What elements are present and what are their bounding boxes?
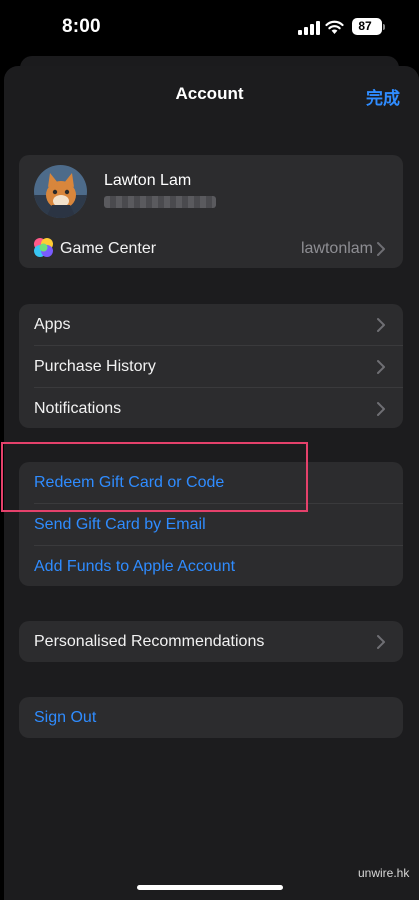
notifications-row[interactable]: Notifications	[19, 388, 403, 428]
profile-row[interactable]: Lawton Lam	[19, 155, 403, 227]
sign-out-row[interactable]: Sign Out	[19, 697, 403, 738]
add-funds-row[interactable]: Add Funds to Apple Account	[19, 546, 403, 586]
home-indicator[interactable]	[137, 885, 283, 890]
chevron-right-icon	[377, 242, 385, 256]
personalised-recommendations-row[interactable]: Personalised Recommendations	[19, 621, 403, 662]
done-button[interactable]: 完成	[366, 84, 400, 109]
signal-icon	[298, 21, 320, 35]
avatar	[34, 165, 87, 218]
add-funds-link[interactable]: Add Funds to Apple Account	[34, 558, 235, 576]
chevron-right-icon	[377, 635, 385, 649]
recommendations-group: Personalised Recommendations	[19, 621, 403, 662]
game-center-value: lawtonlam	[300, 240, 373, 257]
notifications-label: Notifications	[34, 400, 122, 417]
game-center-label: Game Center	[60, 240, 157, 257]
battery-icon: 87	[352, 18, 382, 35]
profile-group: Lawton Lam Game Center lawtonlam	[19, 155, 403, 268]
account-menu-group: Apps Purchase History Notifications	[19, 304, 403, 428]
status-bar: 8:00 87	[0, 0, 419, 56]
status-time: 8:00	[62, 16, 101, 37]
battery-level: 87	[358, 19, 372, 33]
send-gift-card-link[interactable]: Send Gift Card by Email	[34, 516, 206, 534]
game-center-icon	[34, 238, 53, 257]
profile-name: Lawton Lam	[104, 172, 192, 189]
apps-label: Apps	[34, 316, 71, 333]
purchase-history-row[interactable]: Purchase History	[19, 346, 403, 387]
watermark: unwire.hk	[358, 866, 410, 880]
sign-out-button[interactable]: Sign Out	[34, 709, 96, 727]
purchase-history-label: Purchase History	[34, 358, 156, 375]
sign-out-group: Sign Out	[19, 697, 403, 738]
page-title: Account	[175, 84, 244, 103]
highlight-annotation	[1, 442, 308, 512]
chevron-right-icon	[377, 360, 385, 374]
chevron-right-icon	[377, 318, 385, 332]
wifi-icon	[325, 20, 344, 34]
email-redacted	[104, 196, 216, 208]
personalised-recommendations-label: Personalised Recommendations	[34, 633, 265, 650]
chevron-right-icon	[377, 402, 385, 416]
apps-row[interactable]: Apps	[19, 304, 403, 345]
